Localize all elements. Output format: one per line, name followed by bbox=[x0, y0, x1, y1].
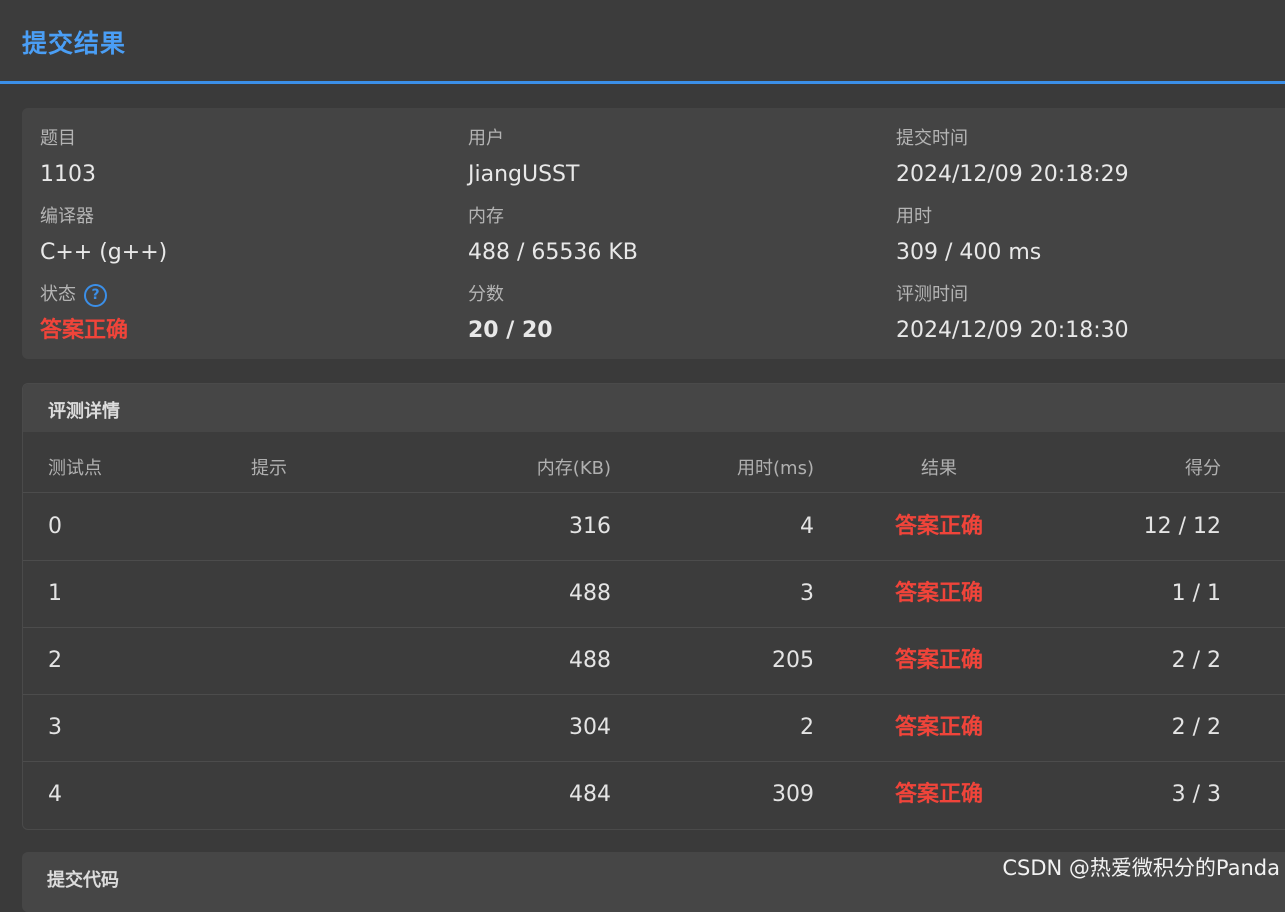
submitted-code-title: 提交代码 bbox=[47, 870, 119, 891]
memory-label: 内存 bbox=[468, 206, 504, 227]
case-number: 0 bbox=[48, 514, 62, 539]
case-memory: 304 bbox=[569, 715, 611, 740]
compiler-value: C++ (g++) bbox=[40, 240, 168, 265]
status-label-row: 状态 ? bbox=[40, 282, 128, 308]
status-field: 状态 ? 答案正确 bbox=[40, 282, 128, 346]
case-number: 1 bbox=[48, 581, 62, 606]
score-label: 分数 bbox=[468, 284, 504, 305]
table-row: 2 488 205 答案正确 2 / 2 bbox=[23, 627, 1285, 695]
case-result: 答案正确 bbox=[895, 715, 984, 740]
submit-time-field: 提交时间 2024/12/09 20:18:29 bbox=[896, 126, 1129, 190]
status-label: 状态 bbox=[40, 284, 76, 305]
column-header-score: 得分 bbox=[1185, 458, 1221, 479]
page-header: 提交结果 bbox=[0, 0, 1285, 84]
problem-value[interactable]: 1103 bbox=[40, 160, 96, 190]
problem-label: 题目 bbox=[40, 128, 76, 149]
submit-time-label: 提交时间 bbox=[896, 128, 968, 149]
case-memory: 488 bbox=[569, 648, 611, 673]
case-result: 答案正确 bbox=[895, 782, 984, 807]
case-number: 2 bbox=[48, 648, 62, 673]
table-row: 4 484 309 答案正确 3 / 3 bbox=[23, 761, 1285, 828]
status-value: 答案正确 bbox=[40, 318, 129, 343]
case-score: 12 / 12 bbox=[1143, 514, 1221, 539]
column-header-hint: 提示 bbox=[251, 458, 287, 479]
judge-details-header: 评测详情 bbox=[23, 384, 1285, 432]
case-score: 2 / 2 bbox=[1171, 648, 1221, 673]
case-time: 4 bbox=[800, 514, 814, 539]
case-result: 答案正确 bbox=[895, 648, 984, 673]
table-row: 1 488 3 答案正确 1 / 1 bbox=[23, 560, 1285, 628]
column-header-time: 用时(ms) bbox=[737, 458, 814, 479]
submission-info-card: 题目 1103 用户 JiangUSST 提交时间 2024/12/09 20:… bbox=[22, 108, 1285, 359]
table-row: 3 304 2 答案正确 2 / 2 bbox=[23, 694, 1285, 762]
table-row: 0 316 4 答案正确 12 / 12 bbox=[23, 493, 1285, 561]
column-header-case: 测试点 bbox=[48, 458, 102, 479]
submit-time-value: 2024/12/09 20:18:29 bbox=[896, 162, 1129, 187]
page-title: 提交结果 bbox=[22, 29, 127, 58]
time-value: 309 / 400 ms bbox=[896, 240, 1042, 265]
compiler-field: 编译器 C++ (g++) bbox=[40, 204, 167, 268]
case-result: 答案正确 bbox=[895, 581, 984, 606]
user-label: 用户 bbox=[468, 128, 504, 149]
case-result: 答案正确 bbox=[895, 514, 984, 539]
judge-time-field: 评测时间 2024/12/09 20:18:30 bbox=[896, 282, 1129, 346]
case-memory: 484 bbox=[569, 782, 611, 807]
case-number: 3 bbox=[48, 715, 62, 740]
user-value[interactable]: JiangUSST bbox=[468, 160, 579, 190]
time-label: 用时 bbox=[896, 206, 932, 227]
judge-time-label: 评测时间 bbox=[896, 284, 968, 305]
column-header-memory: 内存(KB) bbox=[536, 458, 611, 479]
memory-field: 内存 488 / 65536 KB bbox=[468, 204, 638, 268]
case-score: 1 / 1 bbox=[1171, 581, 1221, 606]
case-time: 3 bbox=[800, 581, 814, 606]
user-field: 用户 JiangUSST bbox=[468, 126, 579, 190]
case-time: 309 bbox=[772, 782, 814, 807]
judge-details-title: 评测详情 bbox=[48, 401, 120, 422]
column-header-result: 结果 bbox=[921, 458, 957, 479]
case-memory: 316 bbox=[569, 514, 611, 539]
judge-details-card: 评测详情 测试点 提示 内存(KB) 用时(ms) 结果 得分 0 316 4 … bbox=[22, 383, 1285, 830]
watermark: CSDN @热爱微积分的Panda bbox=[1002, 856, 1280, 880]
score-field: 分数 20 / 20 bbox=[468, 282, 553, 346]
time-field: 用时 309 / 400 ms bbox=[896, 204, 1041, 268]
case-score: 2 / 2 bbox=[1171, 715, 1221, 740]
case-time: 205 bbox=[772, 648, 814, 673]
score-value: 20 / 20 bbox=[468, 318, 553, 343]
case-memory: 488 bbox=[569, 581, 611, 606]
case-score: 3 / 3 bbox=[1171, 782, 1221, 807]
compiler-label: 编译器 bbox=[40, 206, 94, 227]
memory-value: 488 / 65536 KB bbox=[468, 240, 638, 265]
problem-field: 题目 1103 bbox=[40, 126, 96, 190]
case-number: 4 bbox=[48, 782, 62, 807]
case-time: 2 bbox=[800, 715, 814, 740]
judge-time-value: 2024/12/09 20:18:30 bbox=[896, 318, 1129, 343]
help-icon[interactable]: ? bbox=[84, 283, 107, 307]
